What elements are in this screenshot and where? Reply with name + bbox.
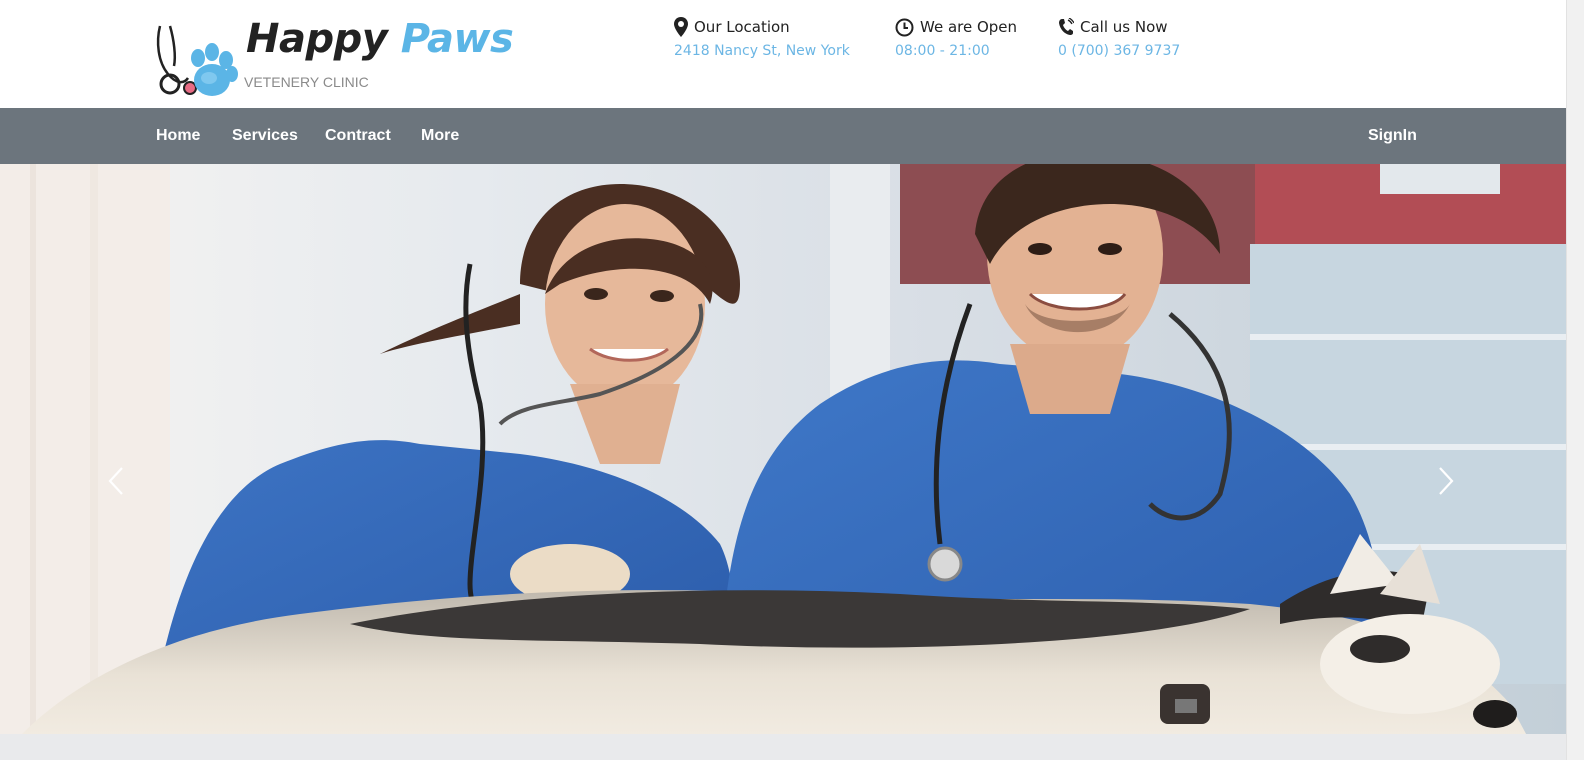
carousel-prev-button[interactable]	[94, 459, 138, 503]
contact-hours-value: 08:00 - 21:00	[895, 43, 990, 59]
map-pin-icon	[674, 17, 688, 37]
chevron-right-icon	[1439, 467, 1454, 495]
contact-phone-label: Call us Now	[1080, 18, 1168, 36]
nav-contract[interactable]: Contract	[325, 108, 391, 164]
contact-location-label: Our Location	[694, 18, 790, 36]
signin-link[interactable]: SignIn	[1368, 108, 1417, 164]
brand-title-part2: Paws	[400, 16, 514, 62]
phone-icon	[1059, 18, 1074, 35]
contact-phone-value[interactable]: 0 (700) 367 9737	[1058, 40, 1180, 62]
brand-title-part1: Happy	[246, 16, 388, 62]
page-scrollbar[interactable]	[1566, 0, 1584, 760]
nav-more[interactable]: More	[421, 108, 459, 164]
contact-hours-label: We are Open	[920, 18, 1018, 36]
contact-hours: We are Open 08:00 - 21:00	[895, 14, 1017, 64]
contact-location-value[interactable]: 2418 Nancy St, New York	[674, 40, 850, 62]
chevron-left-icon	[108, 467, 123, 495]
brand-title: Happy Paws	[246, 16, 514, 62]
brand-logo[interactable]: Happy Paws VETENERY CLINIC	[154, 16, 514, 102]
carousel-next-button[interactable]	[1424, 459, 1468, 503]
site-header: Happy Paws VETENERY CLINIC Our Location …	[0, 0, 1584, 108]
contact-phone: Call us Now 0 (700) 367 9737	[1058, 14, 1180, 64]
stethoscope-paw-icon	[156, 25, 238, 96]
hero-carousel	[0, 164, 1566, 760]
nav-home[interactable]: Home	[156, 108, 200, 164]
clock-icon	[895, 18, 914, 36]
brand-subtitle: VETENERY CLINIC	[244, 74, 369, 90]
main-navbar: Home Services Contract More SignIn	[0, 108, 1566, 164]
hero-image	[0, 164, 1566, 760]
contact-location: Our Location 2418 Nancy St, New York	[674, 14, 850, 64]
nav-services[interactable]: Services	[232, 108, 298, 164]
